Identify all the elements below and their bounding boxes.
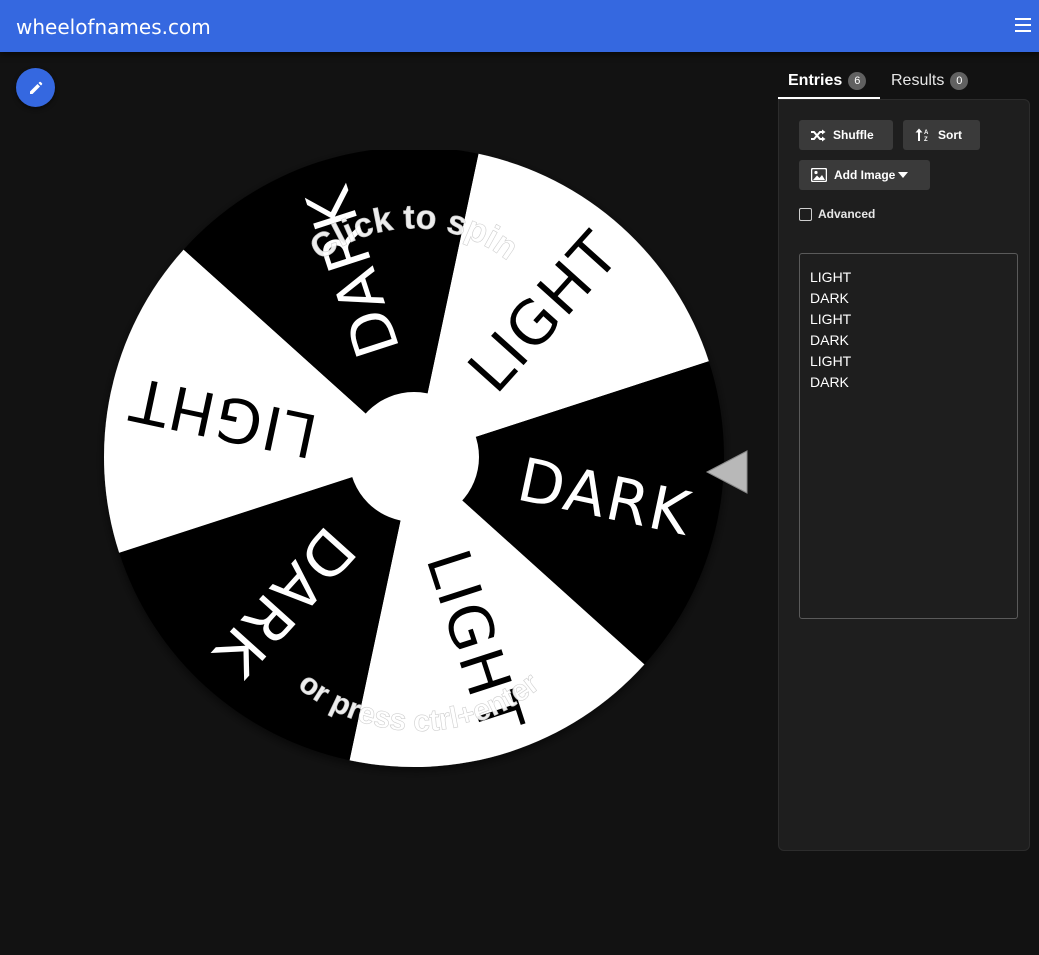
shuffle-icon [811,129,826,141]
tab-results-label: Results [891,72,945,89]
entries-count-badge: 6 [848,72,867,90]
wheel[interactable]: LIGHT DARK LIGHT DARK LIGHT DARK Click to spi… [90,150,750,780]
sort-icon: A Z [915,128,929,142]
caret-down-icon [898,172,909,178]
sort-label: Sort [938,128,962,142]
advanced-checkbox[interactable] [799,207,812,221]
entry-line: DARK [810,290,849,306]
entry-line: DARK [810,332,849,348]
entry-line: LIGHT [810,269,852,285]
sort-button[interactable]: A Z Sort [903,120,980,150]
results-count-badge: 0 [950,72,969,90]
site-title[interactable]: wheelofnames.com [16,15,211,39]
wheel-center-hub[interactable] [349,392,479,522]
shuffle-label: Shuffle [833,128,874,142]
pencil-icon [29,81,42,94]
tab-entries-label: Entries [788,72,843,89]
entries-panel: Shuffle A Z Sort Add Image Advanced LIGH… [778,99,1030,851]
shuffle-button[interactable]: Shuffle [799,120,893,150]
entry-line: LIGHT [810,311,852,327]
entries-list: LIGHT DARK LIGHT DARK LIGHT DARK [810,267,1007,393]
edit-wheel-button[interactable] [16,68,55,107]
svg-text:Z: Z [924,137,928,142]
top-bar: wheelofnames.com [0,0,1039,52]
entry-line: LIGHT [810,353,852,369]
add-image-button[interactable]: Add Image [799,160,930,190]
advanced-label[interactable]: Advanced [818,207,875,221]
advanced-option: Advanced [799,207,875,221]
image-icon [811,168,827,182]
hamburger-menu-icon[interactable] [1015,18,1031,32]
svg-text:A: A [924,130,929,136]
tabs: Entries 6 Results 0 [778,66,1038,99]
entry-line: DARK [810,374,849,390]
entries-textarea[interactable]: LIGHT DARK LIGHT DARK LIGHT DARK [799,253,1018,619]
add-image-label: Add Image [834,168,896,182]
